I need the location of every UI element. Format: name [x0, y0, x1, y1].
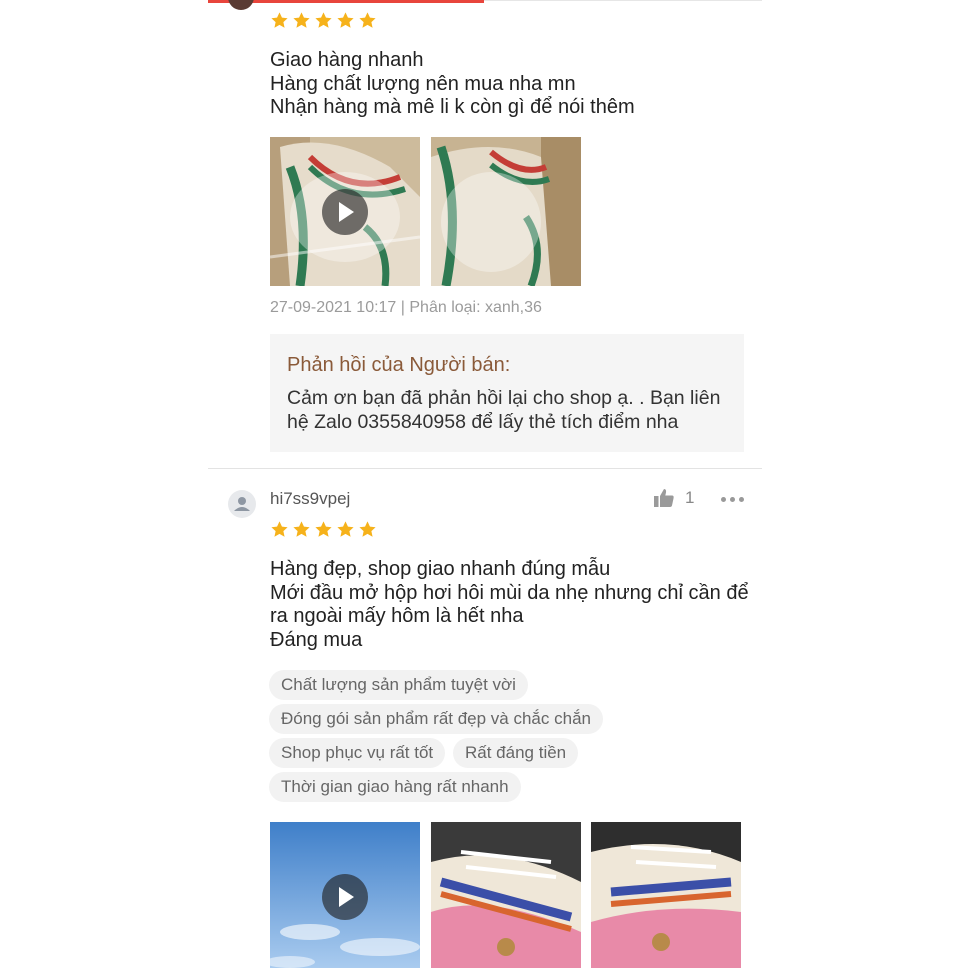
seller-reply: Phản hồi của Người bán: Cảm ơn bạn đã ph…: [270, 334, 744, 452]
star-icon: [358, 11, 377, 30]
review-line: Nhận hàng mà mê li k còn gì để nói thêm: [270, 96, 635, 118]
play-button[interactable]: [322, 874, 368, 920]
more-options-button[interactable]: [721, 497, 744, 502]
review-line: Đáng mua: [270, 628, 363, 651]
review-line: Hàng đẹp, shop giao nhanh đúng mẫu: [270, 558, 611, 580]
review-image-thumbnail[interactable]: [591, 822, 741, 968]
review-text: Giao hàng nhanh Hàng chất lượng nên mua …: [270, 49, 635, 120]
review-line: Giao hàng nhanh: [270, 49, 424, 71]
star-icon: [270, 520, 289, 539]
star-icon: [358, 520, 377, 539]
star-icon: [292, 11, 311, 30]
review-divider: [208, 468, 762, 469]
star-icon: [292, 520, 311, 539]
shoe-photo: [591, 822, 741, 968]
star-icon: [336, 11, 355, 30]
avatar[interactable]: [228, 0, 254, 10]
top-divider: [484, 0, 762, 1]
avatar[interactable]: [228, 490, 256, 518]
star-icon: [314, 11, 333, 30]
review-line: Hàng chất lượng nên mua nha mn: [270, 72, 576, 95]
review-tag: Rất đáng tiền: [453, 738, 579, 768]
star-icon: [270, 11, 289, 30]
star-icon: [336, 520, 355, 539]
review-line: ra ngoài mấy hôm là hết nha: [270, 605, 524, 627]
review-meta: 27-09-2021 10:17 | Phân loại: xanh,36: [270, 299, 542, 316]
shoe-photo: [431, 822, 581, 968]
review-text: Hàng đẹp, shop giao nhanh đúng mẫu Mới đ…: [270, 558, 749, 652]
review-video-thumbnail[interactable]: [270, 822, 420, 968]
play-button[interactable]: [322, 188, 368, 235]
seller-reply-body: Cảm ơn bạn đã phản hồi lại cho shop ạ. .…: [287, 387, 721, 433]
rating-stars: [270, 11, 377, 30]
more-horizontal-icon: [730, 497, 735, 502]
review-video-thumbnail[interactable]: [270, 137, 420, 286]
username[interactable]: hi7ss9vpej: [270, 489, 350, 509]
thumbs-up-icon: [654, 489, 674, 507]
shoe-photo: [431, 137, 581, 286]
review-image-thumbnail[interactable]: [431, 137, 581, 286]
review-image-thumbnail[interactable]: [431, 822, 581, 968]
like-button[interactable]: 1: [653, 488, 694, 508]
seller-reply-title: Phản hồi của Người bán:: [287, 354, 511, 376]
more-horizontal-icon: [721, 497, 726, 502]
play-icon: [339, 201, 354, 222]
review-tag: Chất lượng sản phẩm tuyệt vời: [269, 670, 528, 700]
play-icon: [339, 887, 354, 907]
review-tag: Thời gian giao hàng rất nhanh: [269, 772, 521, 802]
review-tag: Shop phục vụ rất tốt: [269, 738, 446, 768]
more-horizontal-icon: [739, 497, 744, 502]
star-icon: [314, 520, 333, 539]
user-avatar-icon: [234, 497, 250, 511]
review-tag: Đóng gói sản phẩm rất đẹp và chắc chắn: [269, 704, 603, 734]
like-count: 1: [685, 488, 695, 507]
rating-stars: [270, 520, 377, 539]
review-line: Mới đầu mở hộp hơi hôi mùi da nhẹ nhưng …: [270, 581, 749, 604]
